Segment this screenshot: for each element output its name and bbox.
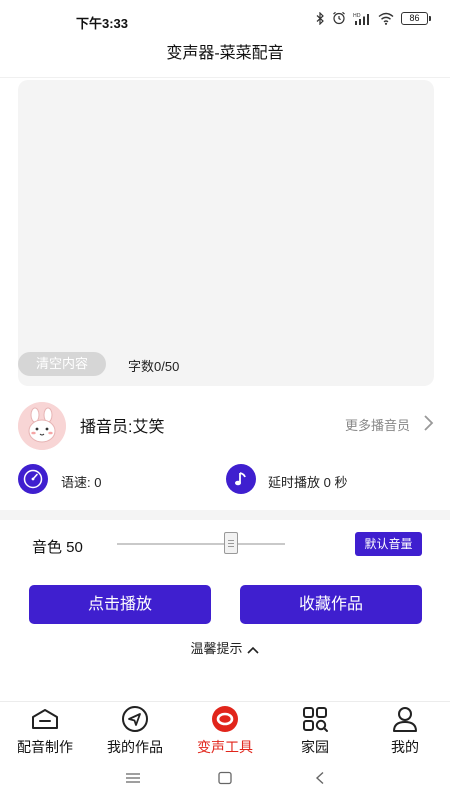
options-row: 语速: 0 延时播放 0 秒 [0,462,450,496]
tone-row: 音色 50 默认音量 [0,528,450,560]
more-narrators-link[interactable]: 更多播音员 [345,415,410,434]
avatar-bunny-icon [18,402,66,450]
menu-icon[interactable] [123,769,143,787]
tone-slider-thumb[interactable] [224,532,238,554]
delay-playback-label[interactable]: 延时播放 0 秒 [268,472,347,491]
char-count: 字数0/50 [128,359,180,374]
text-input-area[interactable]: 清空内容 字数0/50 [18,80,434,386]
wifi-icon [378,12,394,25]
chevron-up-icon [246,646,259,654]
status-icons: HD 86 [316,11,431,25]
grid-icon [300,706,330,732]
music-note-icon[interactable] [226,464,256,494]
tab-label: 我的作品 [107,739,163,755]
tab-home[interactable]: 家园 [270,702,360,758]
tab-my-works[interactable]: 我的作品 [90,702,180,758]
alarm-icon [333,11,345,25]
clear-content-button[interactable]: 清空内容 [18,352,106,376]
tab-profile[interactable]: 我的 [360,702,450,758]
tab-label: 配音制作 [17,739,73,755]
save-work-button[interactable]: 收藏作品 [240,585,422,624]
speed-gauge-icon[interactable] [18,464,48,494]
home-icon[interactable] [215,769,235,787]
tab-dubbing[interactable]: 配音制作 [0,702,90,758]
tab-label: 家园 [301,739,329,755]
status-time: 下午3:33 [76,16,129,31]
speed-label[interactable]: 语速: 0 [61,472,101,491]
narrator-row[interactable]: 播音员:艾笑 更多播音员 [0,398,450,450]
tips-toggle[interactable]: 温馨提示 [0,638,450,657]
bottom-tab-bar: 配音制作 我的作品 变声工具 家园 我的 [0,701,450,757]
narrator-avatar [18,402,66,450]
tone-slider-track[interactable] [117,543,285,545]
chevron-right-icon[interactable] [422,414,434,432]
play-button[interactable]: 点击播放 [29,585,211,624]
battery-indicator: 86 [401,11,431,25]
status-bar: 下午3:33 HD 86 [0,0,450,40]
tab-label: 我的 [391,739,419,755]
default-volume-button[interactable]: 默认音量 [355,532,422,556]
page-title: 变声器-菜菜配音 [0,40,450,78]
section-divider [0,510,450,520]
send-icon [120,706,150,732]
back-icon[interactable] [310,769,330,787]
hd-label: HD [353,13,361,19]
tab-voice-changer[interactable]: 变声工具 [180,702,270,758]
tab-label: 变声工具 [197,739,253,755]
dubbing-icon [30,706,60,732]
bluetooth-icon [316,11,324,25]
system-nav-bar [0,757,450,800]
tips-label: 温馨提示 [190,641,243,656]
user-icon [390,706,420,732]
voice-changer-icon [210,706,240,732]
tone-label: 音色 50 [32,539,83,556]
narrator-label: 播音员:艾笑 [80,419,165,436]
signal-icon: HD [353,13,369,25]
